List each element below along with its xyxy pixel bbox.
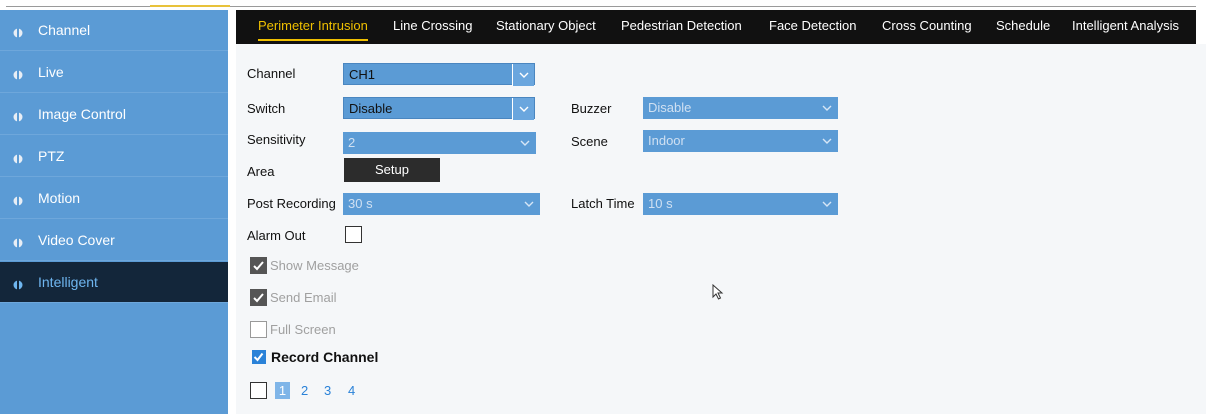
post-recording-select[interactable]: 30 s: [343, 193, 540, 215]
select-value: 30 s: [348, 196, 373, 211]
tab-label: Pedestrian Detection: [621, 18, 742, 33]
chevron-down-icon: [816, 130, 838, 152]
pin-icon: [13, 109, 23, 122]
settings-panel: Channel CH1 Switch Disable Buzzer Disabl…: [236, 44, 1206, 414]
tab-label: Line Crossing: [393, 18, 473, 33]
record-channel-label: Record Channel: [271, 349, 379, 365]
sensitivity-select[interactable]: 2: [343, 132, 536, 154]
sidebar: Channel Live Image Control PTZ Motion Vi…: [0, 10, 228, 414]
tab-label: Face Detection: [769, 18, 857, 33]
select-value: CH1: [349, 67, 376, 82]
sidebar-item-live[interactable]: Live: [0, 52, 228, 93]
channel-select[interactable]: CH1: [343, 63, 535, 86]
pin-icon: [13, 235, 23, 248]
sidebar-item-intelligent[interactable]: Intelligent: [0, 262, 228, 303]
latch-time-select[interactable]: 10 s: [643, 193, 838, 215]
show-message-checkbox[interactable]: [250, 257, 267, 274]
full-screen-label: Full Screen: [270, 322, 336, 337]
chevron-down-icon: [518, 193, 540, 215]
sidebar-item-label: Image Control: [38, 106, 126, 122]
tab-label: Cross Counting: [882, 18, 972, 33]
area-label: Area: [247, 164, 275, 179]
pin-icon: [13, 67, 23, 80]
sidebar-item-label: Intelligent: [38, 274, 98, 290]
check-icon: [253, 261, 264, 271]
sidebar-item-label: Channel: [38, 22, 91, 38]
mouse-pointer-icon: [712, 283, 724, 303]
sidebar-item-label: PTZ: [38, 148, 65, 164]
pin-icon: [13, 277, 23, 290]
channel-2-toggle[interactable]: 2: [301, 383, 308, 398]
tab-stationary-object[interactable]: Stationary Object: [496, 10, 596, 44]
record-channel-checkbox[interactable]: [252, 350, 266, 364]
chevron-down-icon: [512, 64, 534, 86]
sidebar-item-image-control[interactable]: Image Control: [0, 94, 228, 135]
tab-perimeter-intrusion[interactable]: Perimeter Intrusion: [258, 10, 368, 44]
top-divider: [0, 0, 1206, 10]
tab-pedestrian-detection[interactable]: Pedestrian Detection: [621, 10, 742, 44]
send-email-checkbox[interactable]: [250, 289, 267, 306]
alarm-out-checkbox[interactable]: [345, 226, 362, 243]
channel-3-toggle[interactable]: 3: [324, 383, 331, 398]
sensitivity-label: Sensitivity: [247, 132, 306, 147]
chevron-down-icon: [816, 97, 838, 119]
active-tab-underline: [258, 39, 368, 41]
channel-1-toggle[interactable]: 1: [275, 382, 290, 399]
scene-label: Scene: [571, 134, 608, 149]
chevron-down-icon: [816, 193, 838, 215]
switch-label: Switch: [247, 101, 286, 116]
buzzer-select[interactable]: Disable: [643, 97, 838, 119]
tab-intelligent-analysis[interactable]: Intelligent Analysis: [1072, 10, 1179, 44]
pin-icon: [13, 151, 23, 164]
check-icon: [253, 293, 264, 303]
show-message-label: Show Message: [270, 258, 359, 273]
select-all-channels-checkbox[interactable]: [250, 382, 267, 399]
channel-label: Channel: [247, 66, 296, 81]
sidebar-item-ptz[interactable]: PTZ: [0, 136, 228, 177]
select-value: Disable: [349, 101, 393, 116]
channel-4-toggle[interactable]: 4: [348, 383, 355, 398]
full-screen-checkbox[interactable]: [250, 321, 267, 338]
sidebar-item-channel[interactable]: Channel: [0, 10, 228, 51]
select-value: 10 s: [648, 196, 673, 211]
chevron-down-icon: [512, 98, 534, 120]
tab-label: Perimeter Intrusion: [258, 18, 368, 33]
pin-icon: [13, 25, 23, 38]
sidebar-item-label: Live: [38, 64, 64, 80]
buzzer-label: Buzzer: [571, 101, 612, 116]
post-recording-label: Post Recording: [247, 196, 336, 211]
scene-select[interactable]: Indoor: [643, 130, 838, 152]
sidebar-item-label: Video Cover: [38, 232, 115, 248]
tab-line-crossing[interactable]: Line Crossing: [393, 10, 473, 44]
select-value: 2: [348, 135, 356, 150]
tab-face-detection[interactable]: Face Detection: [769, 10, 856, 44]
tab-label: Intelligent Analysis: [1072, 18, 1179, 33]
select-value: Disable: [648, 100, 692, 115]
tab-bar: Perimeter Intrusion Line Crossing Statio…: [236, 10, 1196, 44]
select-value: Indoor: [648, 133, 685, 148]
tab-schedule[interactable]: Schedule: [996, 10, 1050, 44]
switch-select[interactable]: Disable: [343, 97, 535, 120]
area-setup-button[interactable]: Setup: [344, 158, 440, 182]
pin-icon: [13, 193, 23, 206]
send-email-label: Send Email: [270, 290, 337, 305]
sidebar-item-motion[interactable]: Motion: [0, 178, 228, 219]
chevron-down-icon: [514, 132, 536, 154]
tab-label: Schedule: [996, 18, 1051, 33]
tab-cross-counting[interactable]: Cross Counting: [882, 10, 972, 44]
tab-label: Stationary Object: [496, 18, 596, 33]
sidebar-item-video-cover[interactable]: Video Cover: [0, 220, 228, 261]
sidebar-item-label: Motion: [38, 190, 81, 206]
alarm-out-label: Alarm Out: [247, 228, 306, 243]
check-icon: [253, 352, 264, 362]
latch-time-label: Latch Time: [571, 196, 635, 211]
